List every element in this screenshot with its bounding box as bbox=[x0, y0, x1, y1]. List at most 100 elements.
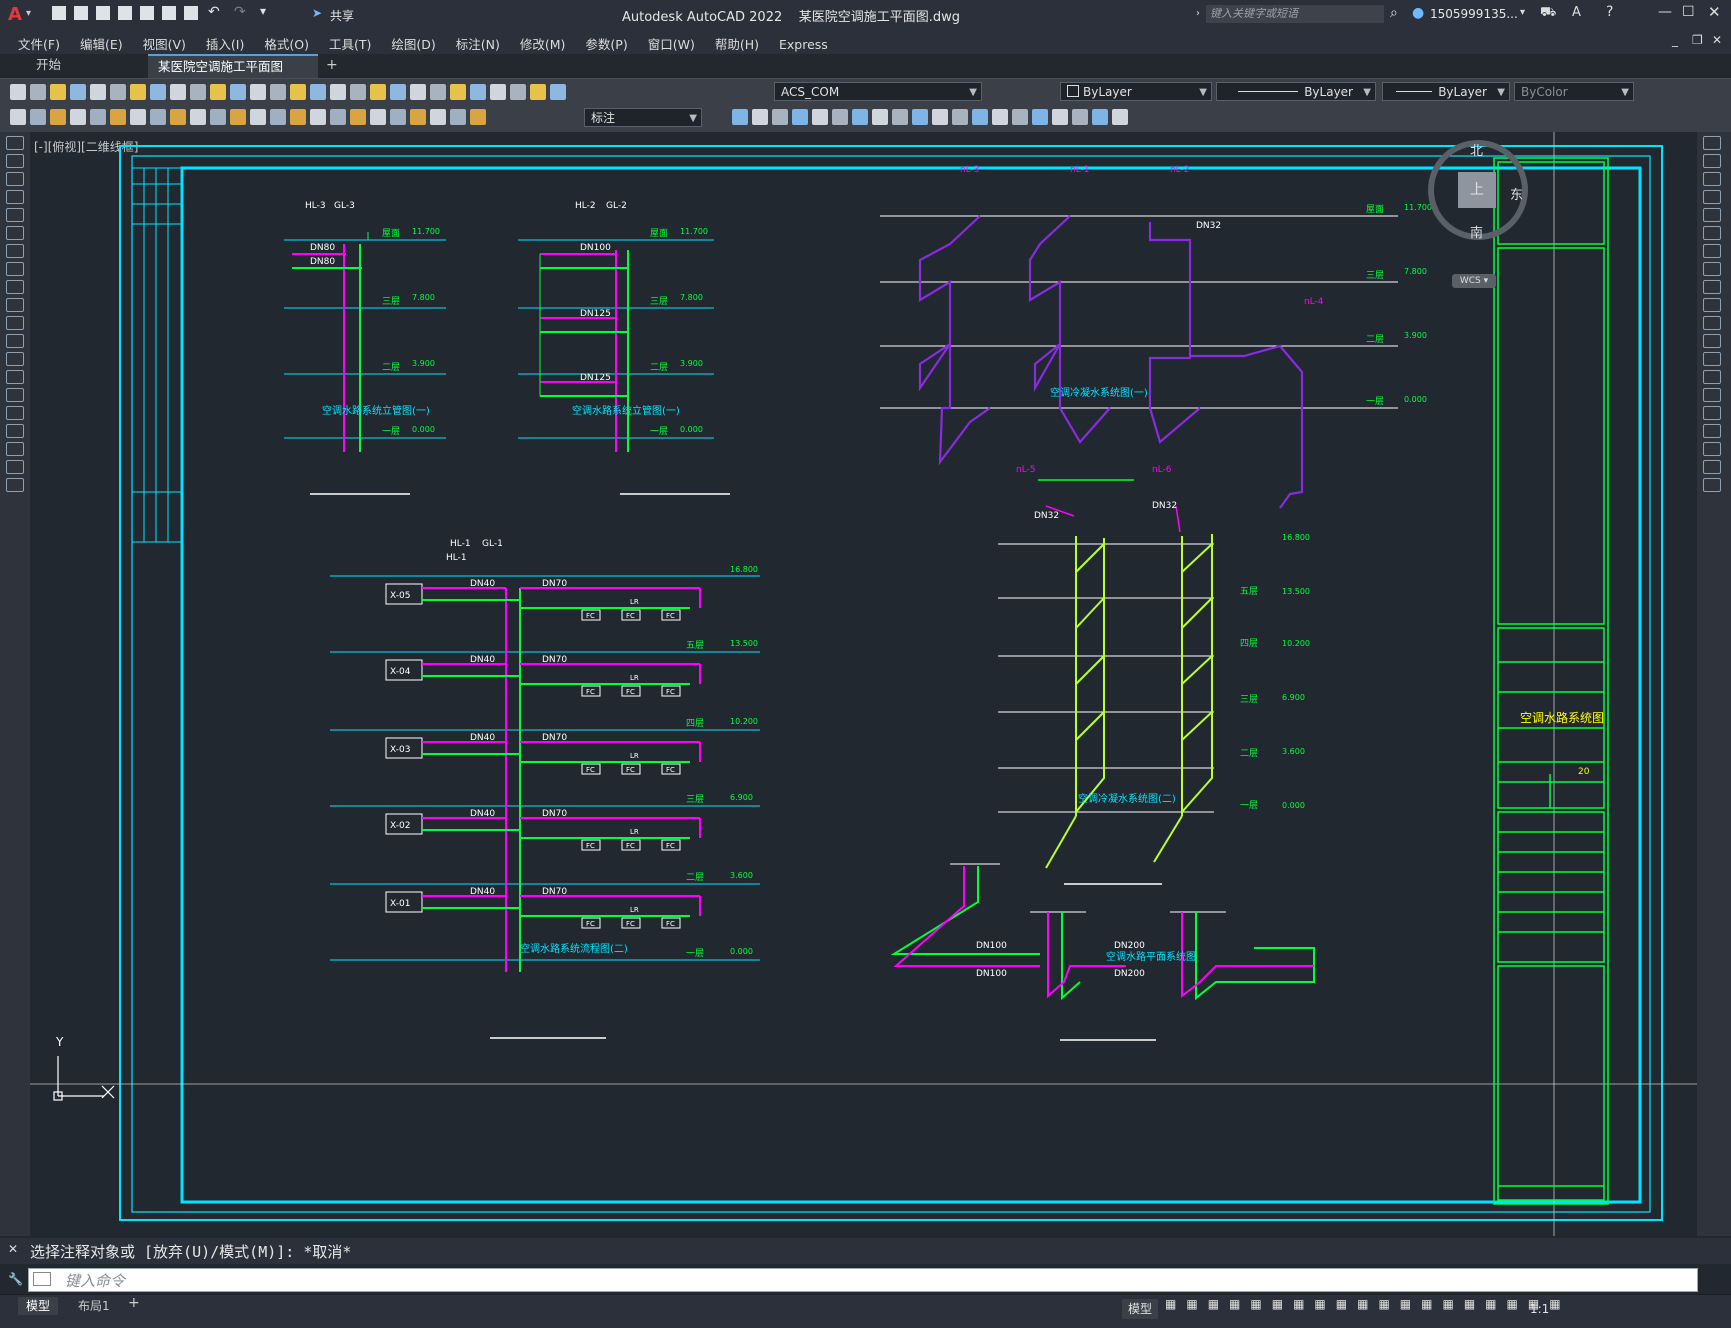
draw-tool-8-icon[interactable] bbox=[6, 280, 24, 294]
standard-tool-22-icon[interactable] bbox=[450, 84, 466, 100]
undo-icon[interactable]: ↶ bbox=[208, 4, 220, 20]
modify-tool-11-icon[interactable] bbox=[952, 109, 968, 125]
plotstyle-dropdown[interactable]: ByColor ▼ bbox=[1514, 82, 1634, 101]
dimstyle-dropdown[interactable]: 标注 ▼ bbox=[584, 108, 702, 127]
color-dropdown[interactable]: ByLayer ▼ bbox=[1060, 82, 1212, 101]
modify-tool-8-icon[interactable] bbox=[892, 109, 908, 125]
dimension-tool-20-icon[interactable] bbox=[410, 109, 426, 125]
standard-tool-0-icon[interactable] bbox=[10, 84, 26, 100]
user-icon[interactable]: ● bbox=[1412, 5, 1424, 21]
status-hardware-accel-icon[interactable]: ▦ bbox=[1507, 1297, 1518, 1311]
menu-item-5[interactable]: 工具(T) bbox=[329, 34, 371, 53]
share-button[interactable]: 共享 bbox=[330, 7, 354, 24]
standard-tool-6-icon[interactable] bbox=[130, 84, 146, 100]
standard-tool-26-icon[interactable] bbox=[530, 84, 546, 100]
dimension-tool-8-icon[interactable] bbox=[170, 109, 186, 125]
menu-item-0[interactable]: 文件(F) bbox=[18, 34, 60, 53]
draw-tool-15-icon[interactable] bbox=[6, 406, 24, 420]
save-to-web-icon[interactable] bbox=[162, 6, 176, 20]
draw-tool-5-icon[interactable] bbox=[6, 226, 24, 240]
modify-tool-4-icon[interactable] bbox=[812, 109, 828, 125]
menu-item-6[interactable]: 绘图(D) bbox=[391, 34, 435, 53]
menu-item-9[interactable]: 参数(P) bbox=[585, 34, 627, 53]
layout-tab-model[interactable]: 模型 bbox=[18, 1297, 59, 1315]
dimension-tool-13-icon[interactable] bbox=[270, 109, 286, 125]
draw-tool-16-icon[interactable] bbox=[6, 424, 24, 438]
search-input[interactable]: 键入关键字或短语 bbox=[1206, 5, 1384, 23]
customize-qat-icon[interactable]: ▾ bbox=[260, 4, 266, 18]
menu-item-10[interactable]: 窗口(W) bbox=[648, 34, 695, 53]
edit-tool-1-icon[interactable] bbox=[1703, 154, 1721, 168]
close-icon[interactable]: ✕ bbox=[1708, 3, 1721, 21]
linetype-dropdown[interactable]: ByLayer ▼ bbox=[1216, 82, 1376, 101]
share-icon[interactable]: ➤ bbox=[312, 6, 322, 20]
modify-tool-12-icon[interactable] bbox=[972, 109, 988, 125]
dimension-tool-22-icon[interactable] bbox=[450, 109, 466, 125]
status-snap-icon[interactable]: ▦ bbox=[1186, 1297, 1197, 1311]
standard-tool-2-icon[interactable] bbox=[50, 84, 66, 100]
command-customize-icon[interactable]: 🔧 bbox=[8, 1272, 23, 1286]
edit-tool-2-icon[interactable] bbox=[1703, 172, 1721, 186]
draw-tool-13-icon[interactable] bbox=[6, 370, 24, 384]
modify-tool-16-icon[interactable] bbox=[1052, 109, 1068, 125]
redo-icon[interactable]: ↷ bbox=[234, 4, 246, 20]
standard-tool-7-icon[interactable] bbox=[150, 84, 166, 100]
dimension-tool-16-icon[interactable] bbox=[330, 109, 346, 125]
cart-icon[interactable]: ⛟ bbox=[1540, 5, 1556, 22]
dimension-tool-3-icon[interactable] bbox=[70, 109, 86, 125]
status-lineweight-icon[interactable]: ▦ bbox=[1314, 1297, 1325, 1311]
edit-tool-10-icon[interactable] bbox=[1703, 316, 1721, 330]
modify-tool-6-icon[interactable] bbox=[852, 109, 868, 125]
status-ortho-icon[interactable]: ▦ bbox=[1208, 1297, 1219, 1311]
dimension-tool-21-icon[interactable] bbox=[430, 109, 446, 125]
dimension-tool-9-icon[interactable] bbox=[190, 109, 206, 125]
edit-tool-4-icon[interactable] bbox=[1703, 208, 1721, 222]
doc-minimize-icon[interactable]: _ bbox=[1672, 33, 1678, 47]
viewcube-east[interactable]: 东 bbox=[1510, 184, 1523, 203]
edit-tool-9-icon[interactable] bbox=[1703, 298, 1721, 312]
save-icon[interactable] bbox=[96, 6, 110, 20]
dimension-tool-18-icon[interactable] bbox=[370, 109, 386, 125]
expand-search-icon[interactable]: › bbox=[1196, 8, 1200, 19]
standard-tool-16-icon[interactable] bbox=[330, 84, 346, 100]
user-account-label[interactable]: 1505999135... bbox=[1430, 7, 1518, 21]
dimension-tool-19-icon[interactable] bbox=[390, 109, 406, 125]
draw-tool-4-icon[interactable] bbox=[6, 208, 24, 222]
status-lock-ui-icon[interactable]: ▦ bbox=[1464, 1297, 1475, 1311]
standard-tool-12-icon[interactable] bbox=[250, 84, 266, 100]
edit-tool-15-icon[interactable] bbox=[1703, 406, 1721, 420]
viewcube-south[interactable]: 南 bbox=[1470, 222, 1483, 241]
modify-tool-10-icon[interactable] bbox=[932, 109, 948, 125]
dimension-tool-4-icon[interactable] bbox=[90, 109, 106, 125]
standard-tool-3-icon[interactable] bbox=[70, 84, 86, 100]
modify-tool-2-icon[interactable] bbox=[772, 109, 788, 125]
status-polar-icon[interactable]: ▦ bbox=[1229, 1297, 1240, 1311]
draw-tool-9-icon[interactable] bbox=[6, 298, 24, 312]
menu-item-2[interactable]: 视图(V) bbox=[143, 34, 186, 53]
menu-item-1[interactable]: 编辑(E) bbox=[80, 34, 123, 53]
draw-tool-12-icon[interactable] bbox=[6, 352, 24, 366]
standard-tool-21-icon[interactable] bbox=[430, 84, 446, 100]
viewcube-north[interactable]: 北 bbox=[1470, 140, 1483, 159]
modify-tool-9-icon[interactable] bbox=[912, 109, 928, 125]
edit-tool-6-icon[interactable] bbox=[1703, 244, 1721, 258]
standard-tool-10-icon[interactable] bbox=[210, 84, 226, 100]
lineweight-dropdown[interactable]: ByLayer ▼ bbox=[1382, 82, 1510, 101]
command-input[interactable]: 键入命令 bbox=[28, 1268, 1698, 1292]
open-from-web-icon[interactable] bbox=[140, 6, 154, 20]
edit-tool-0-icon[interactable] bbox=[1703, 136, 1721, 150]
status-isolate-icon[interactable]: ▦ bbox=[1485, 1297, 1496, 1311]
maximize-icon[interactable]: ☐ bbox=[1682, 4, 1695, 20]
status-annotation-icon[interactable]: ▦ bbox=[1378, 1297, 1389, 1311]
edit-tool-19-icon[interactable] bbox=[1703, 478, 1721, 492]
draw-tool-14-icon[interactable] bbox=[6, 388, 24, 402]
standard-tool-9-icon[interactable] bbox=[190, 84, 206, 100]
doc-restore-icon[interactable]: ❐ bbox=[1692, 33, 1703, 47]
draw-tool-17-icon[interactable] bbox=[6, 442, 24, 456]
standard-tool-24-icon[interactable] bbox=[490, 84, 506, 100]
standard-tool-27-icon[interactable] bbox=[550, 84, 566, 100]
dimension-tool-5-icon[interactable] bbox=[110, 109, 126, 125]
minimize-icon[interactable]: — bbox=[1658, 4, 1672, 20]
dimension-tool-15-icon[interactable] bbox=[310, 109, 326, 125]
status-quick-props-icon[interactable]: ▦ bbox=[1442, 1297, 1453, 1311]
